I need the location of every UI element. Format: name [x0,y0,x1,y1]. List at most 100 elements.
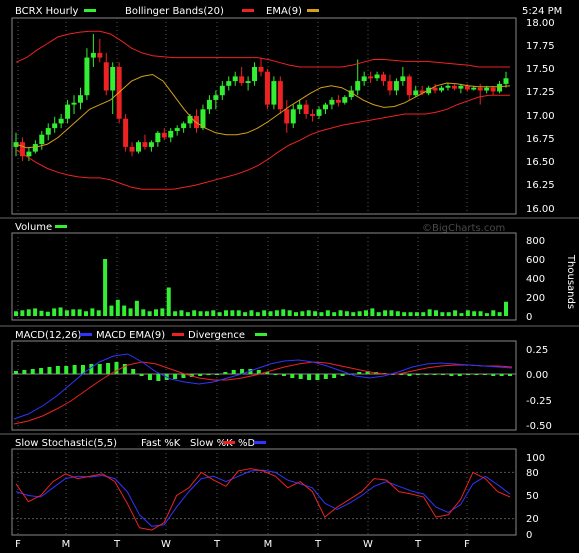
x-tick-label: T [314,539,322,550]
candle-body [187,115,193,124]
y-tick-label: 100 [526,453,545,464]
volume-bar [497,312,502,316]
volume-bar [434,310,438,316]
divergence-bar [139,374,144,376]
candle-body [381,74,386,82]
volume-bar [192,310,197,316]
volume-bar [217,312,222,316]
volume-bar [484,313,489,316]
candle-body [26,151,32,157]
y-tick-label: -0.25 [526,396,552,407]
candle-body [361,76,367,82]
x-tick-label: F [15,539,21,550]
candle-body [45,128,51,135]
divergence-bar [499,374,504,376]
legend-pct-d-swatch [254,441,266,444]
volume-bar [58,307,63,316]
volume-legend-swatch [55,225,67,228]
candle-body [174,128,180,131]
legend-fast-k: Fast %K [141,438,181,449]
volume-bar [268,311,273,316]
divergence-bar [106,363,111,374]
candle-body [103,62,109,91]
volume-bar [179,310,184,316]
volume-axis-label: Thousands [565,254,576,309]
divergence-bar [315,374,320,380]
candle-body [168,130,174,138]
volume-bar [287,310,292,316]
volume-bar [427,309,432,316]
divergence-bar [298,374,303,379]
volume-bar [103,259,108,316]
candle-body [451,85,457,89]
divergence-bar [114,362,119,374]
volume-bar [440,312,445,316]
divergence-bar [72,365,77,374]
candle-body [322,104,328,110]
candle-body [110,67,116,91]
candle-body [213,95,219,100]
candle-body [458,85,464,89]
candle-body [52,123,58,129]
volume-bar [332,312,337,316]
divergence-bar [340,374,345,376]
candle-body [129,146,135,152]
x-tick-label: T [414,539,422,550]
candle-body [245,81,251,83]
candle-body [39,134,45,145]
divergence-bar [290,374,295,378]
volume-bar [389,310,394,316]
divergence-bar [457,374,462,376]
candle-body [368,76,374,79]
volume-title: Volume [15,222,52,233]
volume-bar [338,310,343,316]
x-tick-label: M [264,539,273,550]
divergence-bar [231,370,236,374]
candle-body [484,87,490,91]
volume-bar [147,311,152,316]
volume-bar [52,308,57,316]
volume-bar [446,312,451,316]
legend-pct-d: %D [238,438,256,449]
y-tick-label: 17.50 [526,64,555,75]
candle-body [477,87,483,91]
divergence-bar [131,369,136,374]
legend-ema-swatch [307,9,319,12]
divergence-bar [47,367,52,374]
divergence-bar [39,368,44,374]
candle-body [400,76,406,82]
divergence-bar [14,371,18,374]
volume-bar [154,309,158,316]
volume-bar [319,312,324,316]
candle-body [290,109,296,124]
x-tick-label: F [464,539,470,550]
volume-bar [294,312,298,316]
divergence-bar [97,364,102,374]
y-tick-label: 16.75 [526,134,555,145]
volume-bar [96,310,101,316]
volume-bar [243,312,248,316]
volume-bar [236,310,241,316]
divergence-bar [323,374,328,379]
volume-bar [39,310,44,316]
y-tick-label: 200 [526,293,545,304]
volume-bar [64,310,69,316]
volume-bar [204,311,209,316]
candle-body [284,109,290,124]
divergence-bar [273,374,278,375]
candle-body [239,76,245,83]
divergence-bar [407,374,412,376]
divergence-bar [198,374,203,376]
volume-bar [45,311,50,316]
volume-bar [109,305,114,316]
volume-bar [351,312,356,316]
candle-body [497,83,503,92]
volume-bar [173,311,178,316]
volume-bar [166,287,171,316]
volume-bar [504,301,508,316]
volume-bar [478,311,483,316]
volume-bar [122,305,127,316]
x-tick-label: W [363,539,373,550]
volume-bar [262,310,267,316]
divergence-bar [441,374,446,375]
